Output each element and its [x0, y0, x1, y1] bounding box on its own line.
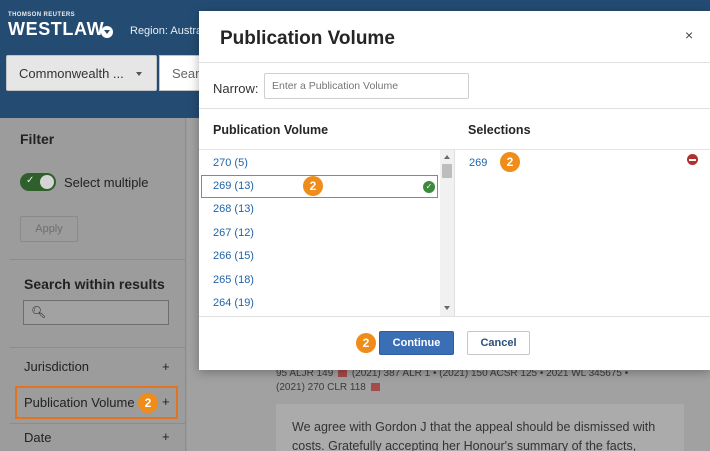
brand-name: WESTLAW	[8, 19, 105, 39]
divider	[10, 347, 185, 348]
search-within-title: Search within results	[24, 276, 165, 292]
selections-header: Selections	[468, 123, 531, 137]
narrow-label: Narrow:	[213, 81, 259, 96]
cancel-button[interactable]: Cancel	[467, 331, 530, 355]
divider	[454, 150, 455, 316]
divider	[199, 316, 710, 317]
result-citations: 95 ALJR 149 (2021) 387 ALR 1 • (2021) 15…	[276, 367, 696, 395]
chevron-down-icon[interactable]	[101, 26, 113, 38]
close-icon[interactable]: ×	[685, 27, 693, 43]
filter-title: Filter	[20, 131, 55, 147]
brand-top-text: THOMSON REUTERS	[8, 12, 76, 18]
plus-icon[interactable]: +	[162, 359, 170, 374]
divider	[10, 259, 185, 260]
remove-icon[interactable]	[687, 154, 698, 165]
apply-button[interactable]: Apply	[20, 216, 78, 242]
flag-icon	[370, 383, 380, 391]
step-badge: 2	[356, 333, 376, 353]
plus-icon[interactable]: +	[162, 394, 170, 409]
continue-button[interactable]: Continue	[379, 331, 454, 355]
filter-sidebar: Filter ✓ Select multiple Apply Search wi…	[0, 118, 186, 451]
search-within-input[interactable]: 🔍︎	[23, 300, 169, 325]
step-badge: 2	[303, 176, 323, 196]
divider	[10, 423, 185, 424]
select-multiple-label: Select multiple	[64, 175, 149, 190]
result-excerpt: We agree with Gordon J that the appeal s…	[276, 404, 684, 451]
modal-title: Publication Volume	[220, 28, 395, 49]
scroll-down-icon[interactable]	[444, 306, 450, 310]
volume-list-scrollbar[interactable]	[440, 150, 454, 316]
jurisdiction-select[interactable]: Commonwealth ...	[6, 55, 157, 91]
step-badge: 2	[500, 152, 520, 172]
volume-option[interactable]: 268 (13)	[201, 198, 438, 221]
region-label[interactable]: Region: Austra	[130, 25, 202, 37]
selection-item[interactable]: 269	[469, 157, 487, 169]
select-multiple-toggle[interactable]: ✓	[20, 173, 56, 191]
volume-option[interactable]: 266 (15)	[201, 245, 438, 268]
check-icon: ✓	[26, 175, 35, 186]
flag-icon	[338, 369, 348, 377]
facet-date[interactable]: Date	[24, 430, 51, 445]
jurisdiction-select-value: Commonwealth ...	[19, 66, 124, 81]
step-badge: 2	[138, 393, 158, 413]
search-icon: 🔍︎	[31, 305, 47, 319]
check-circle-icon: ✓	[423, 181, 435, 193]
narrow-input[interactable]	[264, 73, 469, 99]
divider	[199, 62, 710, 63]
scroll-up-icon[interactable]	[444, 155, 450, 159]
facet-publication-volume[interactable]: Publication Volume	[24, 395, 135, 410]
volume-list: 270 (5) 269 (13) ✓ 268 (13) 267 (12) 266…	[199, 150, 454, 316]
scrollbar-thumb[interactable]	[442, 164, 452, 178]
publication-volume-modal: Publication Volume × Narrow: Publication…	[199, 11, 710, 370]
divider	[199, 108, 710, 109]
volume-option[interactable]: 265 (18)	[201, 269, 438, 292]
caret-down-icon	[136, 72, 142, 76]
citation-secondary[interactable]: (2021) 270 CLR 118	[276, 382, 366, 393]
volume-option[interactable]: 267 (12)	[201, 222, 438, 245]
westlaw-logo[interactable]: THOMSON REUTERS WESTLAW	[8, 12, 104, 40]
volume-option[interactable]: 270 (5)	[201, 152, 438, 175]
facet-jurisdiction[interactable]: Jurisdiction	[24, 359, 89, 374]
volume-option-label: 269 (13)	[213, 180, 254, 192]
plus-icon[interactable]: +	[162, 429, 170, 444]
volume-option[interactable]: 264 (19)	[201, 292, 438, 315]
volume-list-header: Publication Volume	[213, 123, 329, 137]
